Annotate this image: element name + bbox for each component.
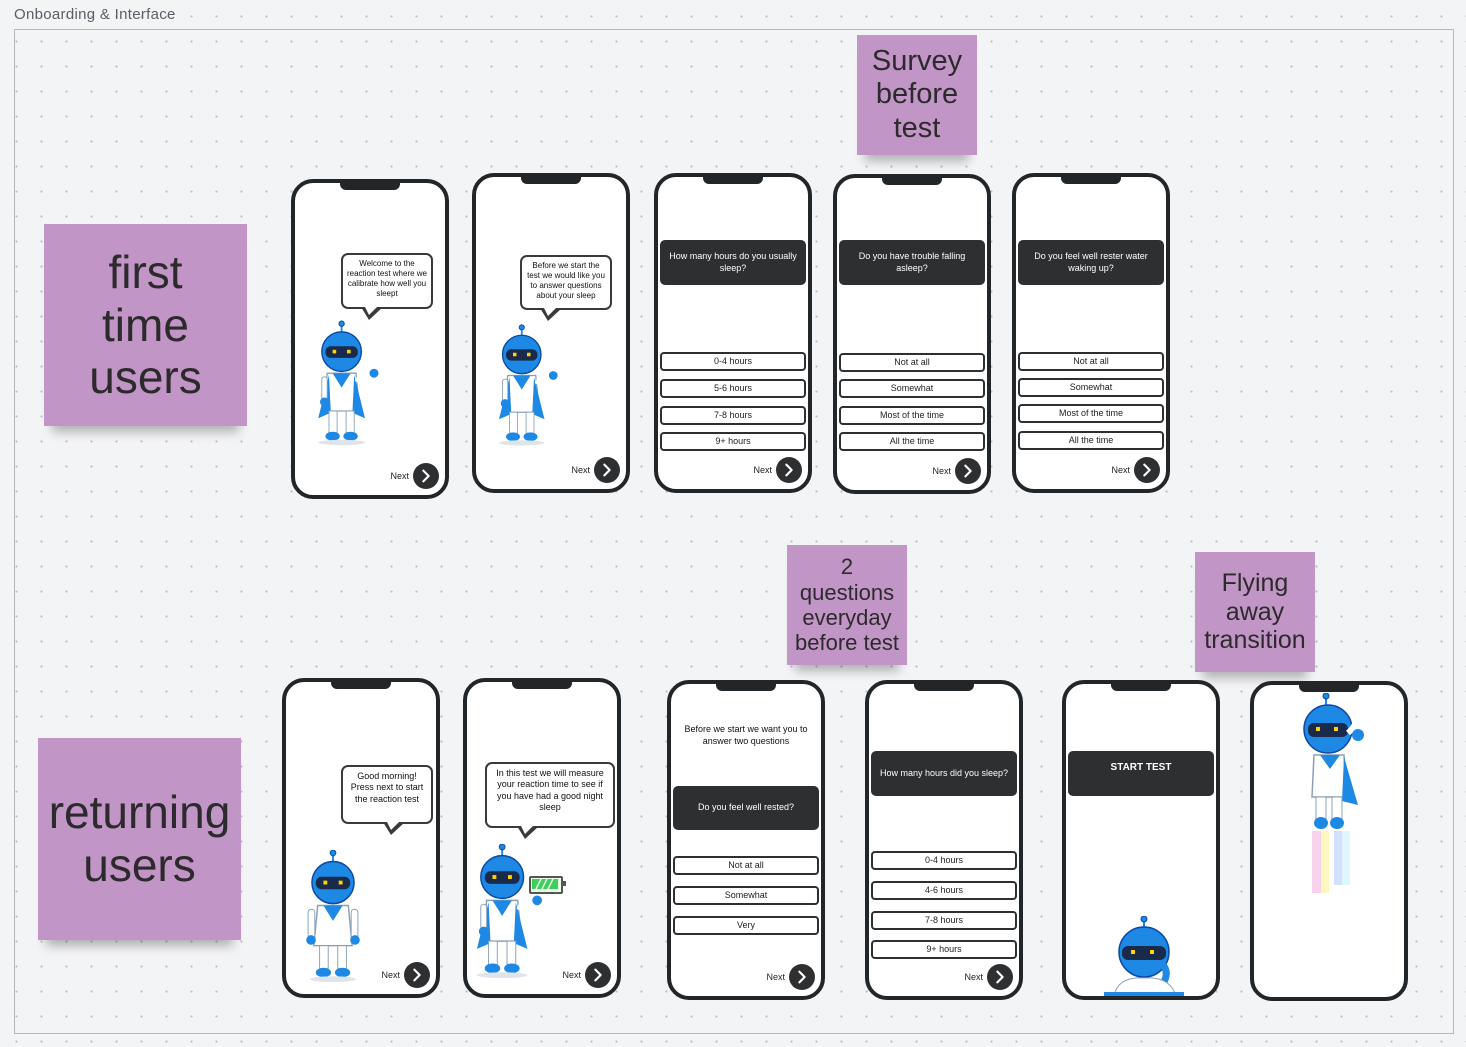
- question-panel: How many hours do you usually sleep?: [660, 240, 806, 285]
- phone-notch: [914, 684, 974, 691]
- question-panel: How many hours did you sleep?: [871, 751, 1017, 796]
- option-button[interactable]: 9+ hours: [871, 940, 1017, 959]
- option-button[interactable]: Somewhat: [839, 379, 985, 398]
- option-button[interactable]: Not at all: [673, 856, 819, 875]
- next-button[interactable]: Next: [381, 962, 430, 988]
- next-label: Next: [390, 471, 409, 481]
- sticky-first-time-users[interactable]: first time users: [44, 224, 247, 426]
- phone-notch: [340, 183, 400, 190]
- question-panel: Do you feel well rested?: [673, 786, 819, 830]
- next-label: Next: [381, 970, 400, 980]
- chevron-right-icon: [789, 964, 815, 990]
- next-label: Next: [766, 972, 785, 982]
- start-test-button[interactable]: START TEST: [1068, 751, 1214, 796]
- sticky-flying-away[interactable]: Flying away transition: [1195, 552, 1315, 672]
- robot-icon: [304, 850, 362, 984]
- chevron-right-icon: [594, 457, 620, 483]
- intro-text: Before we start we want you to answer tw…: [684, 724, 808, 746]
- option-button[interactable]: Not at all: [1018, 352, 1164, 371]
- phone-notch: [1111, 684, 1171, 691]
- option-button[interactable]: 0-4 hours: [871, 851, 1017, 870]
- phone-notch: [521, 177, 581, 184]
- chevron-right-icon: [955, 458, 981, 484]
- question-panel: Do you feel well rester water waking up?: [1018, 240, 1164, 285]
- phone-welcome[interactable]: Welcome to the reaction test where we ca…: [291, 179, 449, 499]
- next-button[interactable]: Next: [1111, 457, 1160, 483]
- phone-good-morning[interactable]: Good morning! Press next to start the re…: [282, 678, 440, 998]
- sticky-returning-users[interactable]: returning users: [38, 738, 241, 940]
- option-button[interactable]: All the time: [1018, 431, 1164, 450]
- next-button[interactable]: Next: [753, 457, 802, 483]
- phone-hours-slept[interactable]: How many hours did you sleep? 0-4 hours …: [865, 680, 1023, 1000]
- next-label: Next: [571, 465, 590, 475]
- chevron-right-icon: [413, 463, 439, 489]
- next-button[interactable]: Next: [766, 964, 815, 990]
- bubble-text: Good morning! Press next to start the re…: [350, 771, 424, 804]
- phone-notch: [703, 177, 763, 184]
- sticky-survey-before-test[interactable]: Survey before test: [857, 35, 977, 155]
- option-button[interactable]: 7-8 hours: [871, 911, 1017, 930]
- chevron-right-icon: [1134, 457, 1160, 483]
- bubble-text: Welcome to the reaction test where we ca…: [346, 259, 428, 298]
- phone-notch: [882, 178, 942, 185]
- option-button[interactable]: 0-4 hours: [660, 352, 806, 371]
- option-button[interactable]: Most of the time: [839, 406, 985, 425]
- speech-bubble: Welcome to the reaction test where we ca…: [341, 253, 433, 320]
- phone-flying-away[interactable]: [1250, 681, 1408, 1001]
- phone-well-rested[interactable]: Do you feel well rester water waking up?…: [1012, 173, 1170, 493]
- bubble-text: Before we start the test we would like y…: [527, 261, 605, 300]
- speech-bubble: Good morning! Press next to start the re…: [341, 765, 433, 835]
- next-button[interactable]: Next: [390, 463, 439, 489]
- option-button[interactable]: All the time: [839, 432, 985, 451]
- next-label: Next: [932, 466, 951, 476]
- robot-icon: [469, 844, 547, 980]
- next-label: Next: [964, 972, 983, 982]
- next-button[interactable]: Next: [932, 458, 981, 484]
- phone-notch: [716, 684, 776, 691]
- option-button[interactable]: Somewhat: [673, 886, 819, 905]
- phone-intro-questions[interactable]: Before we start the test we would like y…: [472, 173, 630, 493]
- phone-notch: [512, 682, 572, 689]
- chevron-right-icon: [987, 964, 1013, 990]
- option-button[interactable]: 4-6 hours: [871, 881, 1017, 900]
- next-label: Next: [562, 970, 581, 980]
- option-button[interactable]: Somewhat: [1018, 378, 1164, 397]
- robot-icon: [492, 321, 562, 451]
- phone-start-test[interactable]: START TEST: [1062, 680, 1220, 1000]
- option-button[interactable]: Most of the time: [1018, 404, 1164, 423]
- phone-hours-sleep[interactable]: How many hours do you usually sleep? 0-4…: [654, 173, 812, 493]
- phone-notch: [331, 682, 391, 689]
- option-button[interactable]: Very: [673, 916, 819, 935]
- option-button[interactable]: 5-6 hours: [660, 379, 806, 398]
- chevron-right-icon: [404, 962, 430, 988]
- speech-bubble: In this test we will measure your reacti…: [485, 762, 615, 839]
- speech-bubble: Before we start the test we would like y…: [520, 255, 612, 321]
- robot-flying-icon: [1300, 693, 1370, 903]
- next-label: Next: [753, 465, 772, 475]
- next-button[interactable]: Next: [571, 457, 620, 483]
- chevron-right-icon: [585, 962, 611, 988]
- option-button[interactable]: Not at all: [839, 353, 985, 372]
- next-button[interactable]: Next: [964, 964, 1013, 990]
- chevron-right-icon: [776, 457, 802, 483]
- phone-notch: [1061, 177, 1121, 184]
- phone-trouble-falling-asleep[interactable]: Do you have trouble falling asleep? Not …: [833, 174, 991, 494]
- phone-notch: [1299, 685, 1359, 692]
- robot-peek-icon: [1104, 916, 1184, 996]
- next-button[interactable]: Next: [562, 962, 611, 988]
- bubble-text: In this test we will measure your reacti…: [496, 768, 604, 812]
- phone-feel-rested[interactable]: Before we start we want you to answer tw…: [667, 680, 825, 1000]
- next-label: Next: [1111, 465, 1130, 475]
- question-panel: Do you have trouble falling asleep?: [839, 240, 985, 285]
- frame-title: Onboarding & Interface: [14, 6, 176, 23]
- sticky-two-questions[interactable]: 2 questions everyday before test: [787, 545, 907, 665]
- option-button[interactable]: 7-8 hours: [660, 406, 806, 425]
- phone-test-intro[interactable]: In this test we will measure your reacti…: [463, 678, 621, 998]
- robot-icon: [311, 319, 383, 449]
- option-button[interactable]: 9+ hours: [660, 432, 806, 451]
